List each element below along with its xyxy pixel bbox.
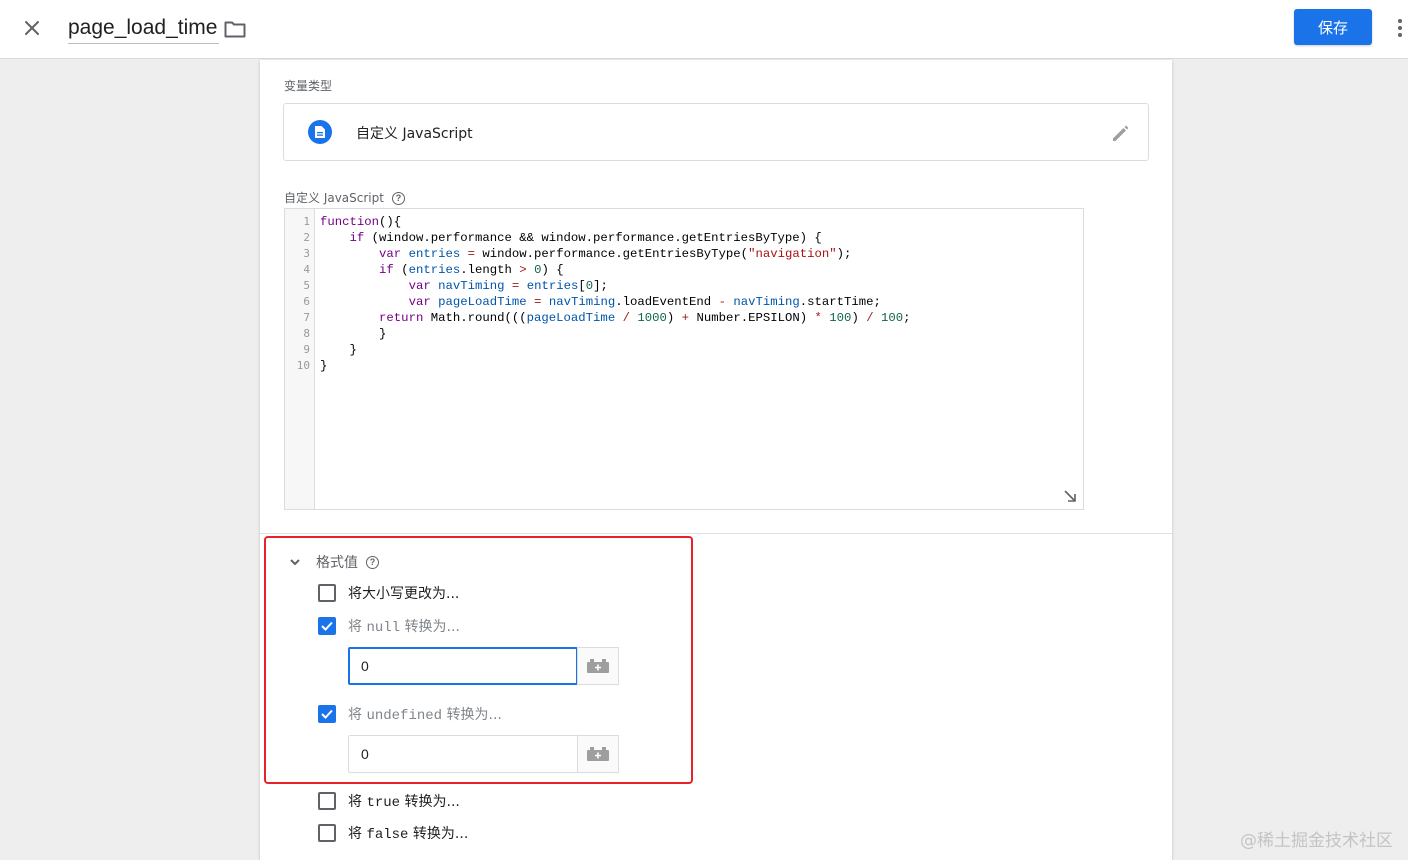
true-checkbox[interactable] <box>318 792 336 810</box>
true-label: 将 true 转换为... <box>348 794 460 811</box>
save-button[interactable]: 保存 <box>1294 9 1372 45</box>
change-case-label: 将大小写更改为... <box>348 586 460 602</box>
code-content[interactable]: function(){ if (window.performance && wi… <box>320 214 1083 374</box>
folder-icon[interactable] <box>223 17 247 41</box>
null-label: 将 null 转换为... <box>348 619 460 636</box>
variable-type-selector[interactable]: 自定义 JavaScript <box>283 103 1149 161</box>
code-editor[interactable]: 1 2 3 4 5 6 7 8 9 10 function(){ if (win… <box>284 208 1084 510</box>
null-checkbox[interactable] <box>318 617 336 635</box>
lego-brick-icon <box>587 659 609 673</box>
variable-type-name: 自定义 JavaScript <box>356 126 473 142</box>
undefined-value-input[interactable] <box>348 735 578 773</box>
close-icon[interactable] <box>18 14 46 42</box>
null-value-input[interactable] <box>348 647 578 685</box>
format-help-icon[interactable]: ? <box>366 555 379 569</box>
variable-picker-button[interactable] <box>577 647 619 685</box>
variable-picker-button[interactable] <box>577 735 619 773</box>
variable-name-input[interactable]: page_load_time <box>68 14 220 44</box>
top-bar: page_load_time 保存 <box>0 0 1408 59</box>
undefined-row: 将 undefined 转换为... <box>318 703 502 725</box>
variable-type-label: 变量类型 <box>284 79 333 93</box>
undefined-label: 将 undefined 转换为... <box>348 707 502 724</box>
checkmark-icon <box>321 621 333 631</box>
chevron-down-icon <box>290 559 300 566</box>
line-numbers: 1 2 3 4 5 6 7 8 9 10 <box>285 209 315 509</box>
help-icon[interactable]: ? <box>391 192 405 205</box>
false-label: 将 false 转换为... <box>348 826 469 843</box>
false-checkbox[interactable] <box>318 824 336 842</box>
change-case-row: 将大小写更改为... <box>318 582 459 604</box>
format-value-toggle[interactable]: 格式值 ? <box>288 552 379 572</box>
false-row: 将 false 转换为... <box>318 822 468 844</box>
variable-config-card: 变量类型 自定义 JavaScript 自定义 JavaScript? 1 2 … <box>260 60 1172 860</box>
more-options-icon[interactable] <box>1390 14 1408 42</box>
pencil-icon[interactable] <box>1110 122 1132 144</box>
custom-js-label: 自定义 JavaScript? <box>284 189 405 206</box>
watermark: @稀土掘金技术社区 <box>1240 831 1393 851</box>
format-value-title: 格式值 <box>316 555 358 571</box>
null-row: 将 null 转换为... <box>318 615 460 637</box>
resize-handle-icon[interactable] <box>1063 489 1077 503</box>
true-row: 将 true 转换为... <box>318 790 460 812</box>
document-icon <box>308 120 332 144</box>
lego-brick-icon <box>587 747 609 761</box>
change-case-checkbox[interactable] <box>318 584 336 602</box>
divider <box>260 533 1172 534</box>
undefined-checkbox[interactable] <box>318 705 336 723</box>
checkmark-icon <box>321 709 333 719</box>
